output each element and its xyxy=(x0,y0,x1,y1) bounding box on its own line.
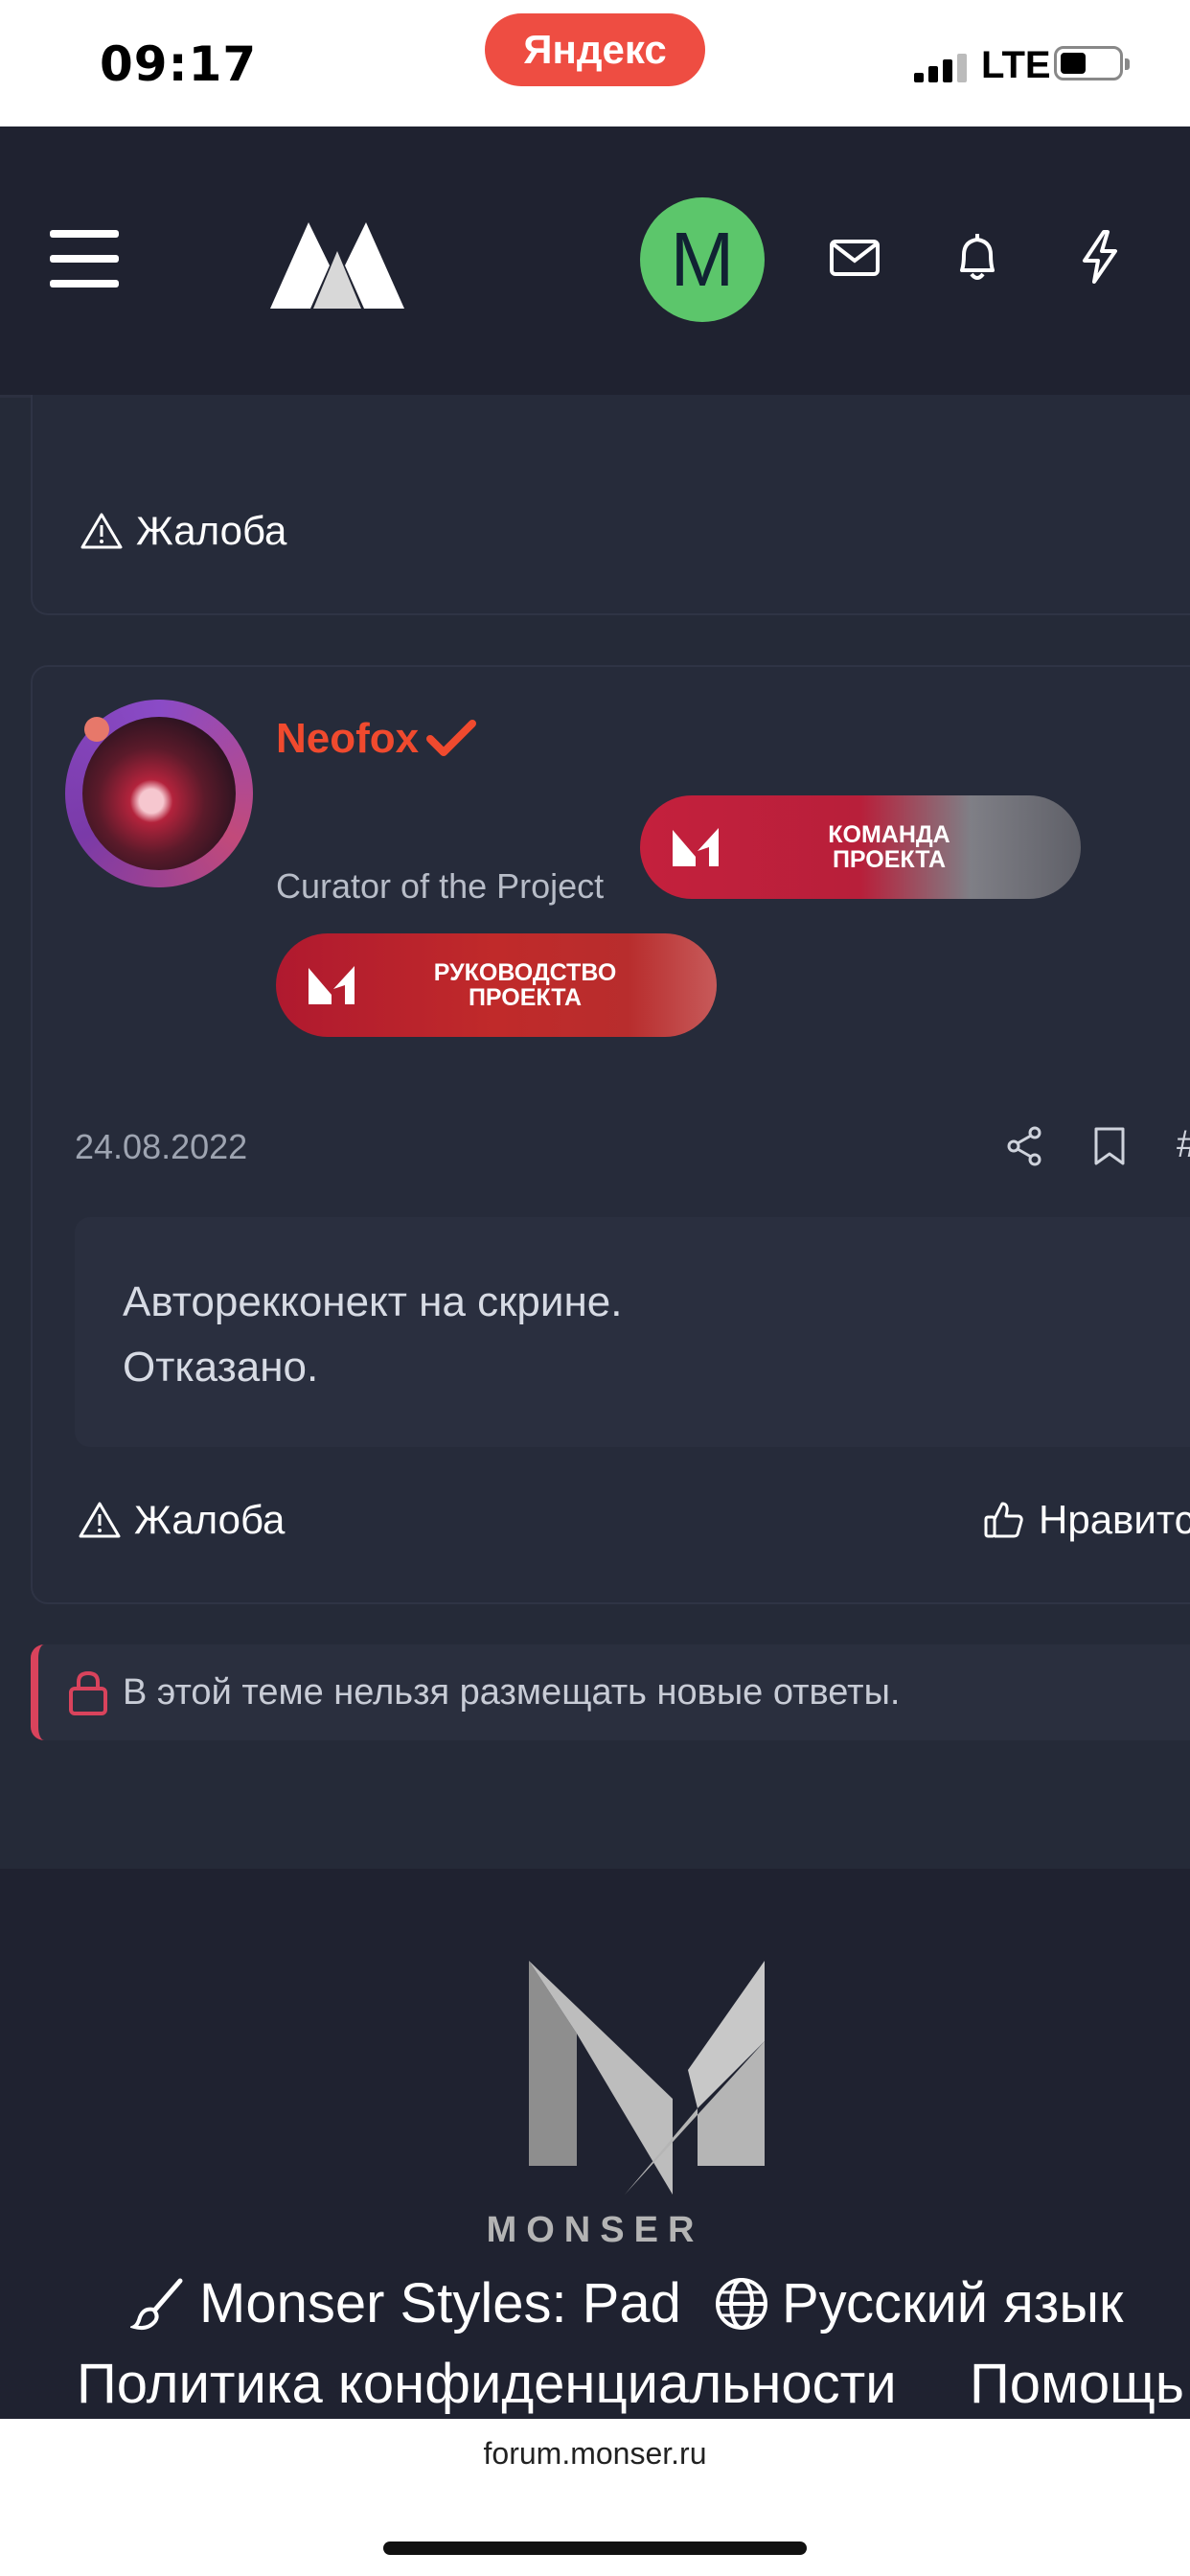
user-title: Curator of the Project xyxy=(276,866,605,906)
bookmark-icon[interactable] xyxy=(1092,1125,1127,1167)
message-body: Авторекконект на скрине. Отказано. xyxy=(75,1217,1190,1447)
url-text[interactable]: forum.monser.ru xyxy=(0,2436,1190,2472)
mail-icon[interactable] xyxy=(824,226,885,288)
monser-badge-icon xyxy=(309,966,355,1004)
home-indicator[interactable] xyxy=(383,2542,807,2555)
user-avatar[interactable]: M xyxy=(640,197,765,322)
lightning-icon[interactable] xyxy=(1069,226,1131,288)
privacy-policy-link[interactable]: Политика конфиденциальности xyxy=(77,2352,897,2416)
menu-icon[interactable] xyxy=(50,230,119,288)
bell-icon[interactable] xyxy=(947,226,1008,288)
site-footer: MONSER Monser Styles: Pad Русский язык П… xyxy=(0,1869,1190,2419)
site-header: M xyxy=(0,126,1190,398)
locked-notice-text: В этой теме нельзя размещать новые ответ… xyxy=(123,1671,901,1713)
warning-icon xyxy=(80,513,123,549)
site-logo[interactable] xyxy=(270,213,404,318)
language-label: Русский язык xyxy=(782,2272,1124,2334)
status-time: 09:17 xyxy=(100,36,258,92)
team-banner: КОМАНДА ПРОЕКТА xyxy=(640,795,1081,899)
monser-badge-icon xyxy=(673,828,719,866)
thread-locked-notice: В этой теме нельзя размещать новые ответ… xyxy=(31,1644,1190,1740)
post-number-hash[interactable]: # xyxy=(1177,1123,1190,1166)
message-line-1: Авторекконект на скрине. xyxy=(123,1278,623,1325)
network-label: LTE xyxy=(981,44,1051,86)
signal-icon xyxy=(914,54,967,82)
language-chooser[interactable]: Русский язык xyxy=(713,2271,1123,2335)
post-date[interactable]: 24.08.2022 xyxy=(75,1127,247,1167)
help-link[interactable]: Помощь xyxy=(970,2352,1184,2416)
status-bar: 09:17 Яндекс LTE xyxy=(0,0,1190,126)
previous-post-card: Жалоба xyxy=(31,395,1190,615)
warning-icon xyxy=(79,1502,121,1538)
poster-username[interactable]: Neofox xyxy=(276,715,477,763)
style-chooser[interactable]: Monser Styles: Pad xyxy=(130,2271,681,2335)
browser-url-bar: forum.monser.ru xyxy=(0,2419,1190,2576)
globe-icon xyxy=(716,2277,767,2330)
battery-icon xyxy=(1054,46,1130,80)
thumbs-up-icon xyxy=(984,1502,1023,1538)
message-line-2: Отказано. xyxy=(123,1344,319,1391)
browser-badge[interactable]: Яндекс xyxy=(485,13,705,86)
verified-check-icon xyxy=(426,720,477,756)
leadership-banner: РУКОВОДСТВО ПРОЕКТА xyxy=(276,933,717,1037)
footer-brand: MONSER xyxy=(486,2210,704,2250)
complaint-link[interactable]: Жалоба xyxy=(80,508,286,554)
paintbrush-icon xyxy=(130,2278,183,2330)
lock-icon xyxy=(69,1670,107,1715)
share-icon[interactable] xyxy=(1004,1125,1046,1167)
style-label: Monser Styles: Pad xyxy=(199,2272,681,2334)
complaint-label: Жалоба xyxy=(134,1497,286,1542)
like-button[interactable]: Нравится xyxy=(983,1497,1190,1543)
complaint-link[interactable]: Жалоба xyxy=(79,1497,285,1543)
like-label: Нравится xyxy=(1039,1497,1190,1542)
online-status-dot xyxy=(84,717,109,742)
complaint-label: Жалоба xyxy=(136,508,287,553)
username-text: Neofox xyxy=(276,715,420,762)
footer-monser-logo[interactable] xyxy=(527,1955,767,2195)
